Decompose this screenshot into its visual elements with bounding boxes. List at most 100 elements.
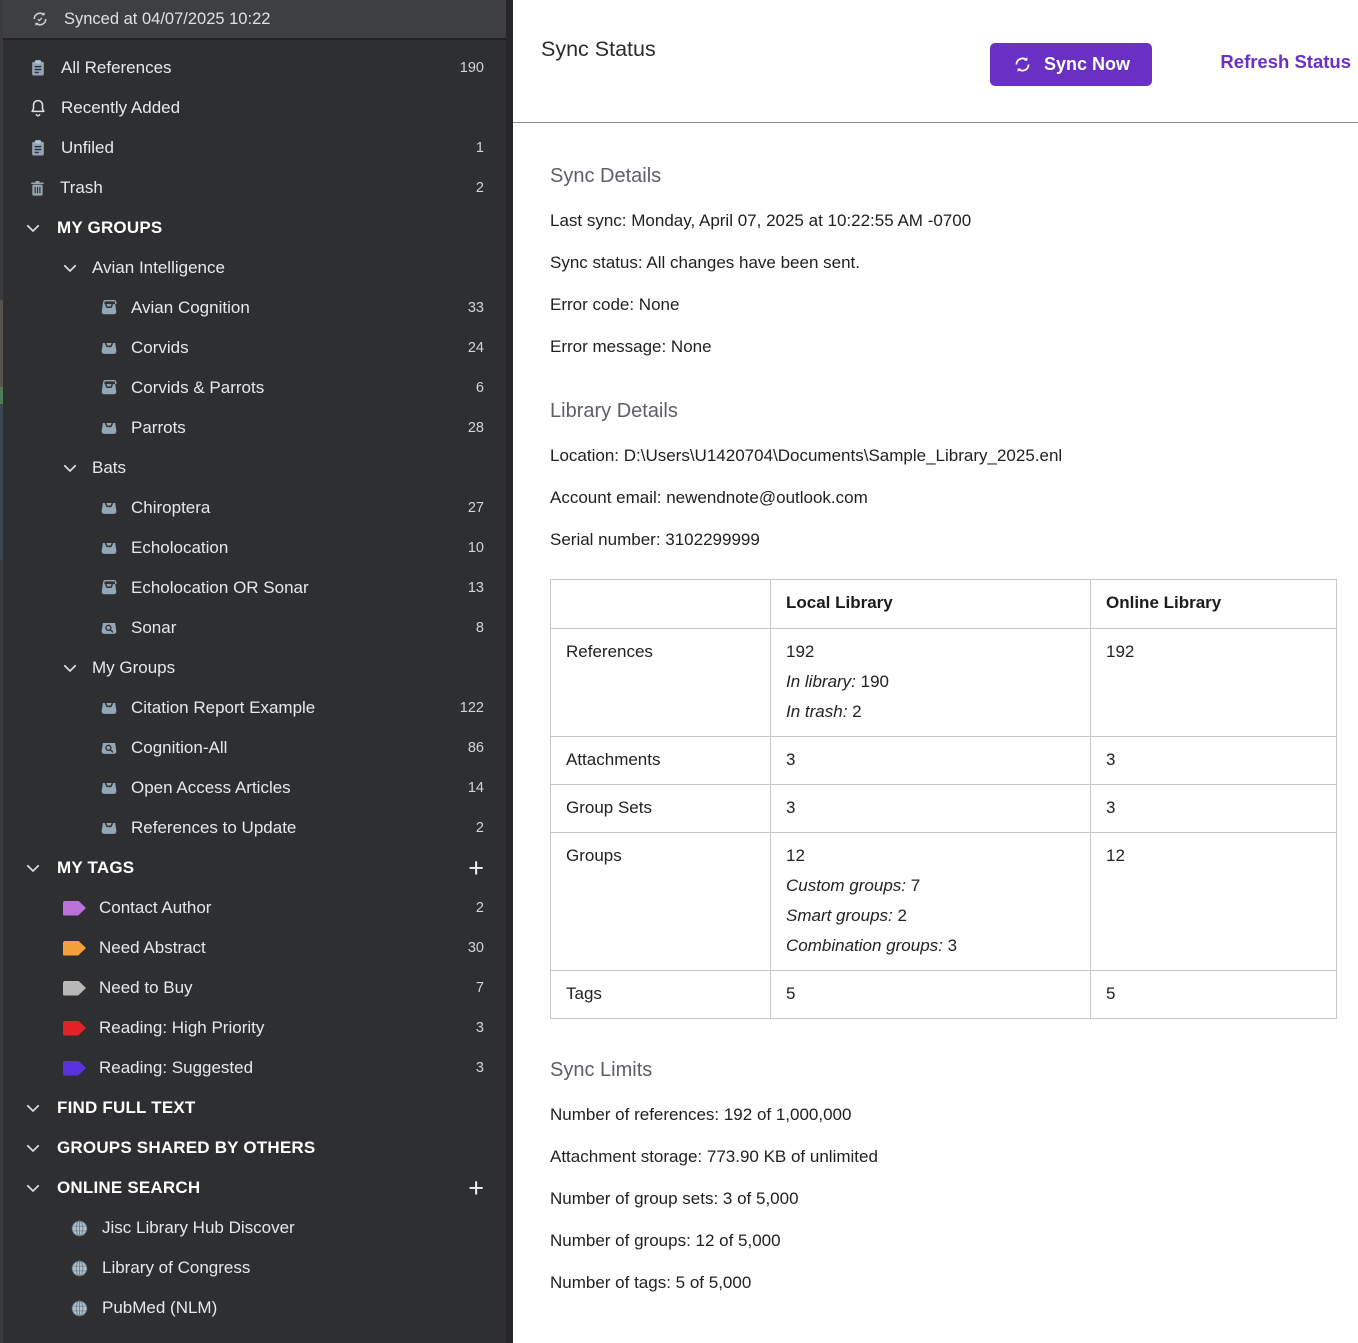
sidebar-item-trash[interactable]: Trash2 bbox=[0, 168, 506, 208]
sidebar-item-unfiled[interactable]: Unfiled1 bbox=[0, 128, 506, 168]
sidebar-item-avian-intelligence[interactable]: Avian Intelligence bbox=[0, 248, 506, 288]
sidebar-item-echolocation-or-sonar[interactable]: Echolocation OR Sonar13 bbox=[0, 568, 506, 608]
main-header: Sync Status Sync Now Refresh Status bbox=[513, 0, 1358, 123]
sync-limits-lines: Number of references: 192 of 1,000,000At… bbox=[550, 1105, 1358, 1292]
cell-detail-line: In library: 190 bbox=[786, 672, 1076, 692]
sync-details-lines: Last sync: Monday, April 07, 2025 at 10:… bbox=[550, 211, 1358, 356]
sidebar-item-my-tags[interactable]: MY TAGS+ bbox=[0, 848, 506, 888]
sidebar-item-jisc-library-hub-discover[interactable]: Jisc Library Hub Discover bbox=[0, 1208, 506, 1248]
table-row: Tags55 bbox=[551, 971, 1337, 1019]
table-row: Attachments33 bbox=[551, 737, 1337, 785]
sidebar-item-avian-cognition[interactable]: Avian Cognition 33 bbox=[0, 288, 506, 328]
cell-detail-line: In trash: 2 bbox=[786, 702, 1076, 722]
add-button[interactable]: + bbox=[468, 1178, 484, 1198]
sidebar-item-need-abstract[interactable]: Need Abstract30 bbox=[0, 928, 506, 968]
sidebar-item-label: GROUPS SHARED BY OTHERS bbox=[57, 1138, 315, 1158]
sidebar-item-library-of-congress[interactable]: Library of Congress bbox=[0, 1248, 506, 1288]
sidebar-item-label: Corvids & Parrots bbox=[131, 378, 264, 398]
sidebar-item-echolocation[interactable]: Echolocation10 bbox=[0, 528, 506, 568]
sidebar-item-label: Cognition-All bbox=[131, 738, 227, 758]
add-button[interactable]: + bbox=[468, 858, 484, 878]
library-details-lines: Location: D:\Users\U1420704\Documents\Sa… bbox=[550, 446, 1358, 549]
pane-divider[interactable] bbox=[506, 0, 513, 1343]
sidebar-tree: All References190 Recently Added Unfiled1T… bbox=[0, 40, 506, 1328]
sidebar-item-corvids-parrots[interactable]: Corvids & Parrots6 bbox=[0, 368, 506, 408]
item-count: 33 bbox=[468, 300, 484, 316]
local-library-cell: 3 bbox=[771, 785, 1091, 833]
sidebar-item-references-to-update[interactable]: References to Update2 bbox=[0, 808, 506, 848]
sidebar-item-label: ONLINE SEARCH bbox=[57, 1178, 200, 1198]
sidebar-item-my-groups[interactable]: MY GROUPS bbox=[0, 208, 506, 248]
item-count: 3 bbox=[476, 1020, 484, 1036]
sidebar-item-cognition-all[interactable]: Cognition-All86 bbox=[0, 728, 506, 768]
sidebar-item-corvids[interactable]: Corvids24 bbox=[0, 328, 506, 368]
detail-line: Attachment storage: 773.90 KB of unlimit… bbox=[550, 1147, 1358, 1166]
clipboard-icon bbox=[28, 58, 48, 78]
combination-group-icon bbox=[99, 298, 119, 318]
sidebar-item-recently-added[interactable]: Recently Added bbox=[0, 88, 506, 128]
sidebar-item-my-groups[interactable]: My Groups bbox=[0, 648, 506, 688]
item-count: 13 bbox=[468, 580, 484, 596]
sidebar-item-label: Open Access Articles bbox=[131, 778, 291, 798]
local-library-cell: 3 bbox=[771, 737, 1091, 785]
sidebar-item-parrots[interactable]: Parrots28 bbox=[0, 408, 506, 448]
sidebar-item-citation-report-example[interactable]: Citation Report Example122 bbox=[0, 688, 506, 728]
library-comparison-table: Local LibraryOnline Library References19… bbox=[550, 579, 1337, 1019]
custom-group-icon bbox=[99, 418, 119, 438]
detail-line: Serial number: 3102299999 bbox=[550, 530, 1358, 549]
chevron-down-icon bbox=[24, 859, 42, 877]
item-count: 8 bbox=[476, 620, 484, 636]
smart-group-icon bbox=[99, 738, 119, 758]
sidebar-item-sonar[interactable]: Sonar 8 bbox=[0, 608, 506, 648]
table-row: Groups12Custom groups: 7Smart groups: 2C… bbox=[551, 833, 1337, 971]
local-library-cell: 12Custom groups: 7Smart groups: 2Combina… bbox=[771, 833, 1091, 971]
item-count: 122 bbox=[460, 700, 484, 716]
library-details-section: Library Details Location: D:\Users\U1420… bbox=[550, 400, 1358, 549]
sidebar-item-bats[interactable]: Bats bbox=[0, 448, 506, 488]
sidebar-item-chiroptera[interactable]: Chiroptera27 bbox=[0, 488, 506, 528]
detail-line: Sync status: All changes have been sent. bbox=[550, 253, 1358, 272]
sidebar-item-contact-author[interactable]: Contact Author2 bbox=[0, 888, 506, 928]
sidebar-item-pubmed-nlm[interactable]: PubMed (NLM) bbox=[0, 1288, 506, 1328]
item-count: 30 bbox=[468, 940, 484, 956]
table-row: Group Sets33 bbox=[551, 785, 1337, 833]
sidebar-item-label: Reading: High Priority bbox=[99, 1018, 264, 1038]
refresh-status-link[interactable]: Refresh Status bbox=[1220, 51, 1351, 73]
sidebar-item-label: Echolocation bbox=[131, 538, 228, 558]
sidebar-item-reading-high-priority[interactable]: Reading: High Priority 3 bbox=[0, 1008, 506, 1048]
cell-detail-line: Combination groups: 3 bbox=[786, 936, 1076, 956]
sidebar-item-label: PubMed (NLM) bbox=[102, 1298, 217, 1318]
sidebar-item-label: References to Update bbox=[131, 818, 296, 838]
local-library-cell: 192In library: 190In trash: 2 bbox=[771, 629, 1091, 737]
item-count: 2 bbox=[476, 180, 484, 196]
sidebar-item-online-search[interactable]: ONLINE SEARCH + bbox=[0, 1168, 506, 1208]
sidebar-item-open-access-articles[interactable]: Open Access Articles14 bbox=[0, 768, 506, 808]
cell-detail-line: Smart groups: 2 bbox=[786, 906, 1076, 926]
sidebar-item-reading-suggested[interactable]: Reading: Suggested3 bbox=[0, 1048, 506, 1088]
sync-details-section: Sync Details Last sync: Monday, April 07… bbox=[550, 165, 1358, 356]
sync-check-icon bbox=[30, 9, 50, 29]
table-header-row: Local LibraryOnline Library bbox=[551, 580, 1337, 629]
combination-group-icon bbox=[99, 578, 119, 598]
sync-now-button[interactable]: Sync Now bbox=[990, 43, 1152, 86]
chevron-down-icon bbox=[24, 1179, 42, 1197]
sidebar-item-label: Chiroptera bbox=[131, 498, 210, 518]
sidebar-item-label: Library of Congress bbox=[102, 1258, 250, 1278]
sidebar-item-label: All References bbox=[61, 58, 172, 78]
sidebar-item-label: Sonar bbox=[131, 618, 176, 638]
sidebar-item-need-to-buy[interactable]: Need to Buy7 bbox=[0, 968, 506, 1008]
sidebar-item-all-references[interactable]: All References190 bbox=[0, 48, 506, 88]
sidebar-item-label: Recently Added bbox=[61, 98, 180, 118]
item-count: 2 bbox=[476, 900, 484, 916]
sidebar-item-find-full-text[interactable]: FIND FULL TEXT bbox=[0, 1088, 506, 1128]
chevron-down-icon bbox=[24, 1139, 42, 1157]
sidebar-item-label: Corvids bbox=[131, 338, 189, 358]
sync-status-bar[interactable]: Synced at 04/07/2025 10:22 bbox=[0, 0, 506, 40]
sidebar-item-groups-shared-by-others[interactable]: GROUPS SHARED BY OTHERS bbox=[0, 1128, 506, 1168]
column-header-online-library: Online Library bbox=[1091, 580, 1337, 629]
sync-icon bbox=[1012, 54, 1033, 75]
row-label: Groups bbox=[551, 833, 771, 971]
chevron-down-icon bbox=[24, 1099, 42, 1117]
online-library-cell: 5 bbox=[1091, 971, 1337, 1019]
sidebar-item-label: Avian Cognition bbox=[131, 298, 250, 318]
